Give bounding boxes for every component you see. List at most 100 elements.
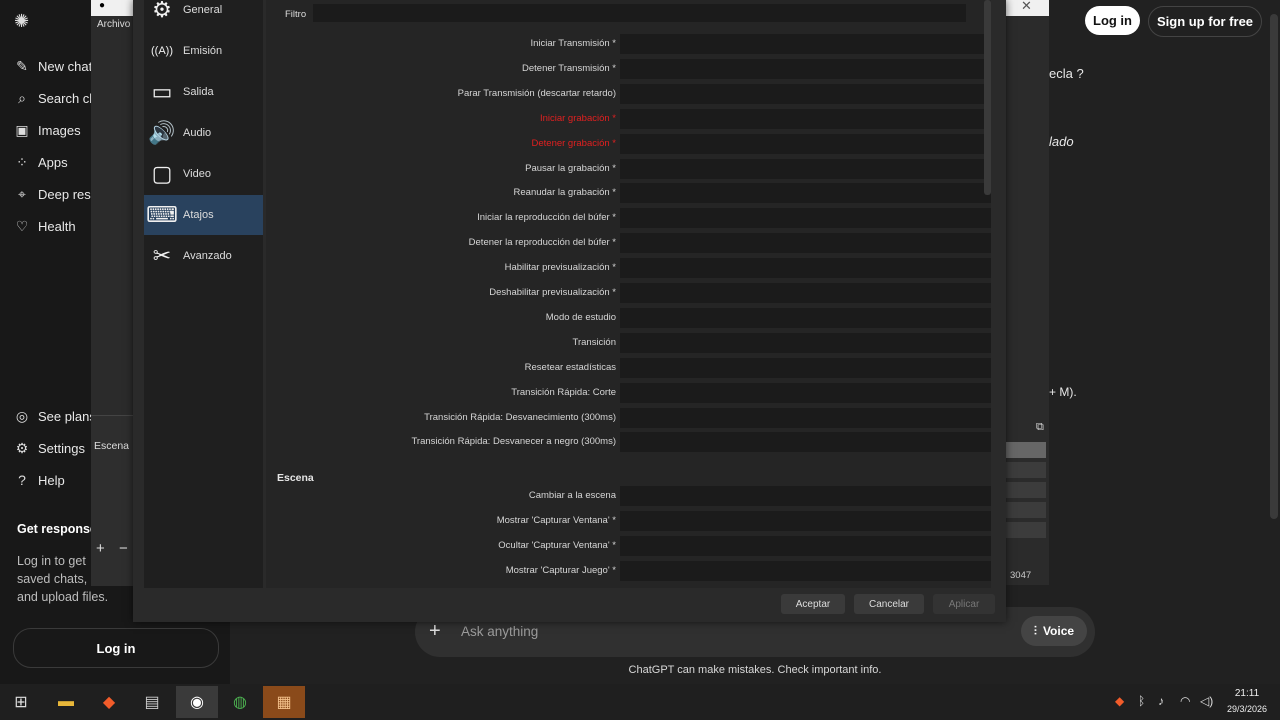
close-icon[interactable]: ✕ xyxy=(1021,0,1032,14)
brave-browser-icon[interactable]: ◆ xyxy=(88,686,130,718)
hotkey-label: Detener la reproducción del búfer * xyxy=(468,237,616,249)
menu-archivo[interactable]: Archivo xyxy=(97,19,130,30)
voice-button[interactable]: ⫶ Voice xyxy=(1021,616,1087,646)
obs-right-panel: ✕ ⧉ 3047 xyxy=(1006,0,1049,585)
category-item[interactable]: ▭ Salida xyxy=(144,72,263,112)
chrome-icon[interactable]: ◍ xyxy=(219,686,261,718)
microphone-icon[interactable]: ♪ xyxy=(1158,694,1164,708)
category-icon: ⌨ xyxy=(146,202,178,227)
sidebar-item-label: Health xyxy=(38,218,76,234)
hotkey-input[interactable] xyxy=(620,133,991,154)
settings-category-list: ⚙ General ((A)) Emisión ▭ Salida 🔊 Audio ▢ Video ⌨… xyxy=(144,0,263,588)
mixer-slot[interactable] xyxy=(1006,462,1046,478)
sidebar-item-label: See plans xyxy=(38,408,96,424)
hotkey-row: Parar Transmisión (descartar retardo)↺🗑+… xyxy=(266,83,991,107)
hotkey-input[interactable] xyxy=(620,283,991,303)
category-icon: ▭ xyxy=(151,79,173,104)
tray-brave-icon[interactable]: ◆ xyxy=(1115,694,1124,708)
category-item[interactable]: ⌨ Atajos xyxy=(144,195,263,235)
sidebar-item[interactable]: ⌕ Search ch xyxy=(14,89,96,106)
hotkey-input[interactable] xyxy=(620,535,991,556)
sidebar-item-label: Settings xyxy=(38,440,85,456)
sidebar-item[interactable]: ⁘ Apps xyxy=(14,154,68,170)
category-label: Video xyxy=(183,168,211,180)
composer-input[interactable]: Ask anything xyxy=(461,624,538,639)
hotkey-label: Ocultar 'Capturar Ventana' * xyxy=(498,539,616,551)
hotkey-label: Modo de estudio xyxy=(545,311,616,323)
undock-icon[interactable]: ⧉ xyxy=(1036,421,1044,434)
hotkey-input[interactable] xyxy=(620,108,991,129)
sidebar-item[interactable]: ⌖ Deep rese xyxy=(14,186,98,202)
panel-scrollbar[interactable] xyxy=(984,0,991,195)
windows-start-icon[interactable]: ⊞ xyxy=(0,686,42,718)
bluetooth-icon[interactable]: ᛒ xyxy=(1138,694,1145,708)
apply-button[interactable]: Aplicar xyxy=(933,594,995,614)
partial-chat-text-1: ecla ? xyxy=(1049,66,1084,81)
hotkey-input[interactable] xyxy=(620,332,991,353)
sidebar-item[interactable]: ✎ New chat xyxy=(14,58,92,74)
hotkey-input[interactable] xyxy=(620,307,991,328)
hotkey-input[interactable] xyxy=(620,158,991,179)
hotkey-label: Reanudar la grabación * xyxy=(513,187,616,199)
package-icon[interactable]: ▦ xyxy=(263,686,305,718)
mixer-slot[interactable] xyxy=(1006,442,1046,458)
cancel-button[interactable]: Cancelar xyxy=(854,594,924,614)
volume-icon[interactable]: ◁) xyxy=(1200,694,1213,708)
hotkey-input[interactable] xyxy=(620,357,991,378)
promo-body-3: and upload files. xyxy=(17,590,109,604)
settings-icon: ⚙ xyxy=(15,439,29,456)
hotkey-input[interactable] xyxy=(620,183,991,204)
sidebar-bottom-item[interactable]: ◎ See plans xyxy=(14,408,96,424)
category-icon: ⚙ xyxy=(152,0,172,22)
sidebar-item[interactable]: ▣ Images xyxy=(14,122,80,138)
hotkey-input[interactable] xyxy=(620,382,991,403)
signup-button[interactable]: Sign up for free xyxy=(1148,6,1262,37)
mixer-slot[interactable] xyxy=(1006,482,1046,498)
hotkey-label: Detener Transmisión * xyxy=(522,62,616,74)
partial-chat-text-3: + M). xyxy=(1049,385,1077,399)
category-item[interactable]: 🔊 Audio xyxy=(144,113,263,153)
hotkey-input[interactable] xyxy=(620,432,991,453)
hotkey-input[interactable] xyxy=(620,83,991,104)
hotkey-input[interactable] xyxy=(620,560,991,581)
category-item[interactable]: ⚙ General xyxy=(144,0,263,30)
sidebar-login-button[interactable]: Log in xyxy=(13,628,219,668)
search-icon: ⌕ xyxy=(18,89,26,106)
category-item[interactable]: ▢ Video xyxy=(144,154,263,194)
category-item[interactable]: ✂ Avanzado xyxy=(144,236,263,276)
hotkey-row: Mostrar 'Capturar Ventana' *↺🗑+− xyxy=(266,510,991,534)
clock-time[interactable]: 21:11 xyxy=(1232,688,1262,699)
sidebar-item[interactable]: ♡ Health xyxy=(14,218,76,234)
file-explorer-icon[interactable]: ▬ xyxy=(45,686,87,718)
hotkey-input[interactable] xyxy=(620,510,991,531)
mixer-slot[interactable] xyxy=(1006,502,1046,518)
chatgpt-logo-icon[interactable]: ✺ xyxy=(14,11,29,32)
hotkey-input[interactable] xyxy=(620,233,991,254)
sidebar-bottom-item[interactable]: ? Help xyxy=(14,472,65,488)
wifi-icon[interactable]: ◠ xyxy=(1180,694,1190,708)
category-label: Salida xyxy=(183,86,214,98)
category-item[interactable]: ((A)) Emisión xyxy=(144,31,263,71)
scene-remove-icon[interactable]: − xyxy=(119,540,128,557)
top-login-button[interactable]: Log in xyxy=(1085,6,1140,35)
hotkey-input[interactable] xyxy=(620,58,991,79)
category-icon: ((A)) xyxy=(151,45,173,57)
attach-plus-icon[interactable]: + xyxy=(429,620,441,643)
obs-taskbar-icon[interactable]: ◉ xyxy=(176,686,218,718)
filter-input[interactable] xyxy=(313,4,966,22)
promo-body-1: Log in to get xyxy=(17,554,86,568)
hotkey-row: Deshabilitar previsualización *↺🗑+− xyxy=(266,282,991,306)
hotkey-input[interactable] xyxy=(620,407,991,428)
hotkey-input[interactable] xyxy=(620,486,991,506)
chat-scrollbar[interactable] xyxy=(1270,14,1278,519)
hotkey-label: Mostrar 'Capturar Ventana' * xyxy=(496,514,616,526)
clock-date[interactable]: 29/3/2026 xyxy=(1222,704,1272,714)
terminal-icon[interactable]: ▤ xyxy=(131,686,173,718)
accept-button[interactable]: Aceptar xyxy=(781,594,845,614)
hotkey-input[interactable] xyxy=(620,258,991,279)
sidebar-bottom-item[interactable]: ⚙ Settings xyxy=(14,440,85,456)
mixer-slot[interactable] xyxy=(1006,522,1046,538)
hotkey-input[interactable] xyxy=(620,34,991,54)
hotkey-input[interactable] xyxy=(620,208,991,229)
scene-add-icon[interactable]: + xyxy=(96,540,105,557)
